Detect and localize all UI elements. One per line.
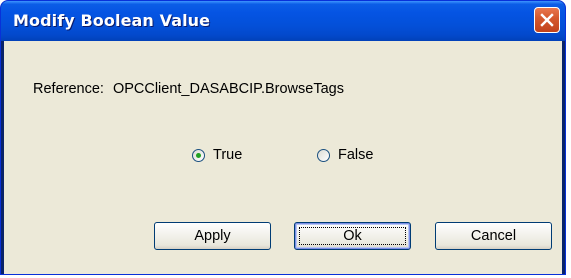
radio-true[interactable]: True (192, 147, 242, 163)
title-bar[interactable]: Modify Boolean Value (1, 1, 565, 41)
dialog-window: Modify Boolean Value Reference: OPCClient… (0, 0, 566, 275)
ok-button[interactable]: Ok (294, 222, 411, 250)
radio-false[interactable]: False (317, 147, 373, 163)
reference-row: Reference: OPCClient_DASABCIP.BrowseTags (33, 81, 344, 97)
radio-true-label: True (213, 147, 243, 163)
cancel-button[interactable]: Cancel (435, 222, 552, 250)
reference-value: OPCClient_DASABCIP.BrowseTags (112, 81, 344, 97)
focus-rectangle (299, 227, 406, 245)
apply-button[interactable]: Apply (154, 222, 271, 250)
dialog-body: Reference: OPCClient_DASABCIP.BrowseTags … (4, 41, 562, 274)
close-icon (540, 13, 554, 27)
radio-true-selected-icon[interactable] (192, 148, 205, 162)
dialog-title: Modify Boolean Value (13, 11, 211, 30)
radio-false-label: False (338, 147, 374, 163)
radio-false-unselected-icon[interactable] (317, 148, 330, 162)
close-button[interactable] (534, 7, 560, 33)
reference-label: Reference: (33, 81, 104, 97)
